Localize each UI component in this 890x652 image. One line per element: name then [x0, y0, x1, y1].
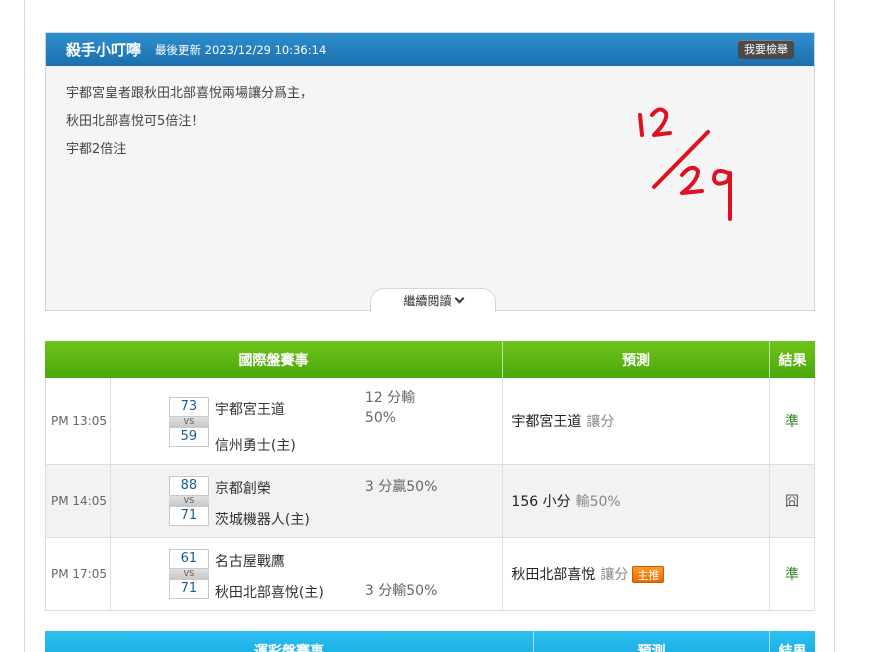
- away-team[interactable]: 京都創榮: [215, 478, 271, 498]
- home-team[interactable]: 信州勇士(主): [215, 435, 296, 455]
- prediction-total: 156 小分: [511, 494, 571, 510]
- header-game: 國際盤賽事: [45, 341, 503, 378]
- handwritten-date-image: [638, 107, 732, 221]
- post-header: 殺手小叮嚀 最後更新 2023/12/29 10:36:14 我要檢舉: [46, 33, 814, 66]
- score-box: 88 VS 71: [168, 476, 209, 526]
- prediction-team: 秋田北部喜悅: [511, 567, 596, 583]
- match-cell: 88 VS 71 京都創榮 茨城機器人(主) 3 分贏50%: [111, 465, 504, 537]
- header-game: 運彩盤賽事: [45, 631, 534, 652]
- score-box: 73 VS 59: [168, 397, 209, 447]
- prediction-type: 輸50%: [575, 494, 621, 510]
- vs-label: VS: [168, 417, 209, 427]
- away-score: 61: [168, 549, 209, 569]
- away-score: 73: [168, 397, 209, 417]
- right-border: [834, 0, 835, 652]
- odds-text: 12 分輸: [364, 390, 416, 406]
- odds-text: 3 分贏50%: [364, 479, 438, 495]
- header-prediction: 預測: [534, 631, 770, 652]
- result-cell: 準: [785, 414, 800, 430]
- prediction-type: 讓分: [600, 567, 629, 583]
- game-time: PM 13:05: [46, 378, 111, 464]
- odds-line: 3 分贏50%: [365, 477, 437, 497]
- home-team[interactable]: 茨城機器人(主): [215, 509, 310, 529]
- left-border: [24, 0, 25, 652]
- read-more-label: 繼續閱讀: [403, 294, 452, 308]
- vs-label: VS: [168, 496, 209, 506]
- home-score: 59: [168, 427, 209, 447]
- match-cell: 61 VS 71 名古屋戰鷹 秋田北部喜悅(主) 3 分輸50%: [111, 538, 504, 610]
- result-cell: 囧: [785, 494, 800, 510]
- odds-text: 3 分輸50%: [364, 583, 438, 599]
- game-time: PM 14:05: [46, 465, 111, 537]
- result-cell: 準: [785, 567, 800, 583]
- post-author[interactable]: 殺手小叮嚀: [66, 39, 141, 60]
- prediction-cell: 宇都宮王道 讓分: [503, 378, 771, 464]
- away-score: 88: [168, 476, 209, 496]
- prediction-type: 讓分: [586, 414, 615, 430]
- table-header: 運彩盤賽事 預測 結果: [45, 631, 815, 652]
- vs-label: VS: [168, 569, 209, 579]
- away-team[interactable]: 宇都宮王道: [215, 399, 285, 419]
- home-team[interactable]: 秋田北部喜悅(主): [215, 582, 324, 602]
- report-button[interactable]: 我要檢舉: [738, 40, 794, 59]
- table-row: PM 17:05 61 VS 71 名古屋戰鷹 秋田北部喜悅(主) 3 分輸50…: [45, 538, 815, 611]
- featured-badge: 主推: [632, 565, 665, 583]
- odds-line: 12 分輸 50%: [365, 388, 415, 428]
- odds-text: 50%: [364, 410, 397, 426]
- chevron-down-icon: [454, 293, 464, 304]
- lottery-games-table: 運彩盤賽事 預測 結果: [45, 631, 815, 652]
- home-score: 71: [168, 579, 209, 599]
- odds-line: 3 分輸50%: [365, 581, 437, 601]
- away-team[interactable]: 名古屋戰鷹: [215, 551, 285, 571]
- prediction-cell: 156 小分 輸50%: [503, 465, 771, 537]
- table-header: 國際盤賽事 預測 結果: [45, 341, 815, 378]
- table-row: PM 14:05 88 VS 71 京都創榮 茨城機器人(主) 3 分贏50% …: [45, 465, 815, 538]
- prediction-cell: 秋田北部喜悅 讓分 主推: [503, 538, 771, 610]
- header-prediction: 預測: [503, 341, 770, 378]
- prediction-team: 宇都宮王道: [511, 414, 582, 430]
- international-games-table: 國際盤賽事 預測 結果 PM 13:05 73 VS 59 宇都宮王道 信州勇士…: [45, 341, 815, 611]
- post-updated-time: 最後更新 2023/12/29 10:36:14: [155, 42, 327, 57]
- page: 殺手小叮嚀 最後更新 2023/12/29 10:36:14 我要檢舉 宇都宮皇…: [0, 0, 890, 652]
- table-row: PM 13:05 73 VS 59 宇都宮王道 信州勇士(主) 12 分輸 50…: [45, 378, 815, 465]
- score-box: 61 VS 71: [168, 549, 209, 599]
- header-result: 結果: [778, 352, 807, 369]
- home-score: 71: [168, 506, 209, 526]
- game-time: PM 17:05: [46, 538, 111, 610]
- read-more-button[interactable]: 繼續閱讀: [370, 288, 496, 312]
- header-result: 結果: [778, 644, 807, 652]
- match-cell: 73 VS 59 宇都宮王道 信州勇士(主) 12 分輸 50%: [111, 378, 504, 464]
